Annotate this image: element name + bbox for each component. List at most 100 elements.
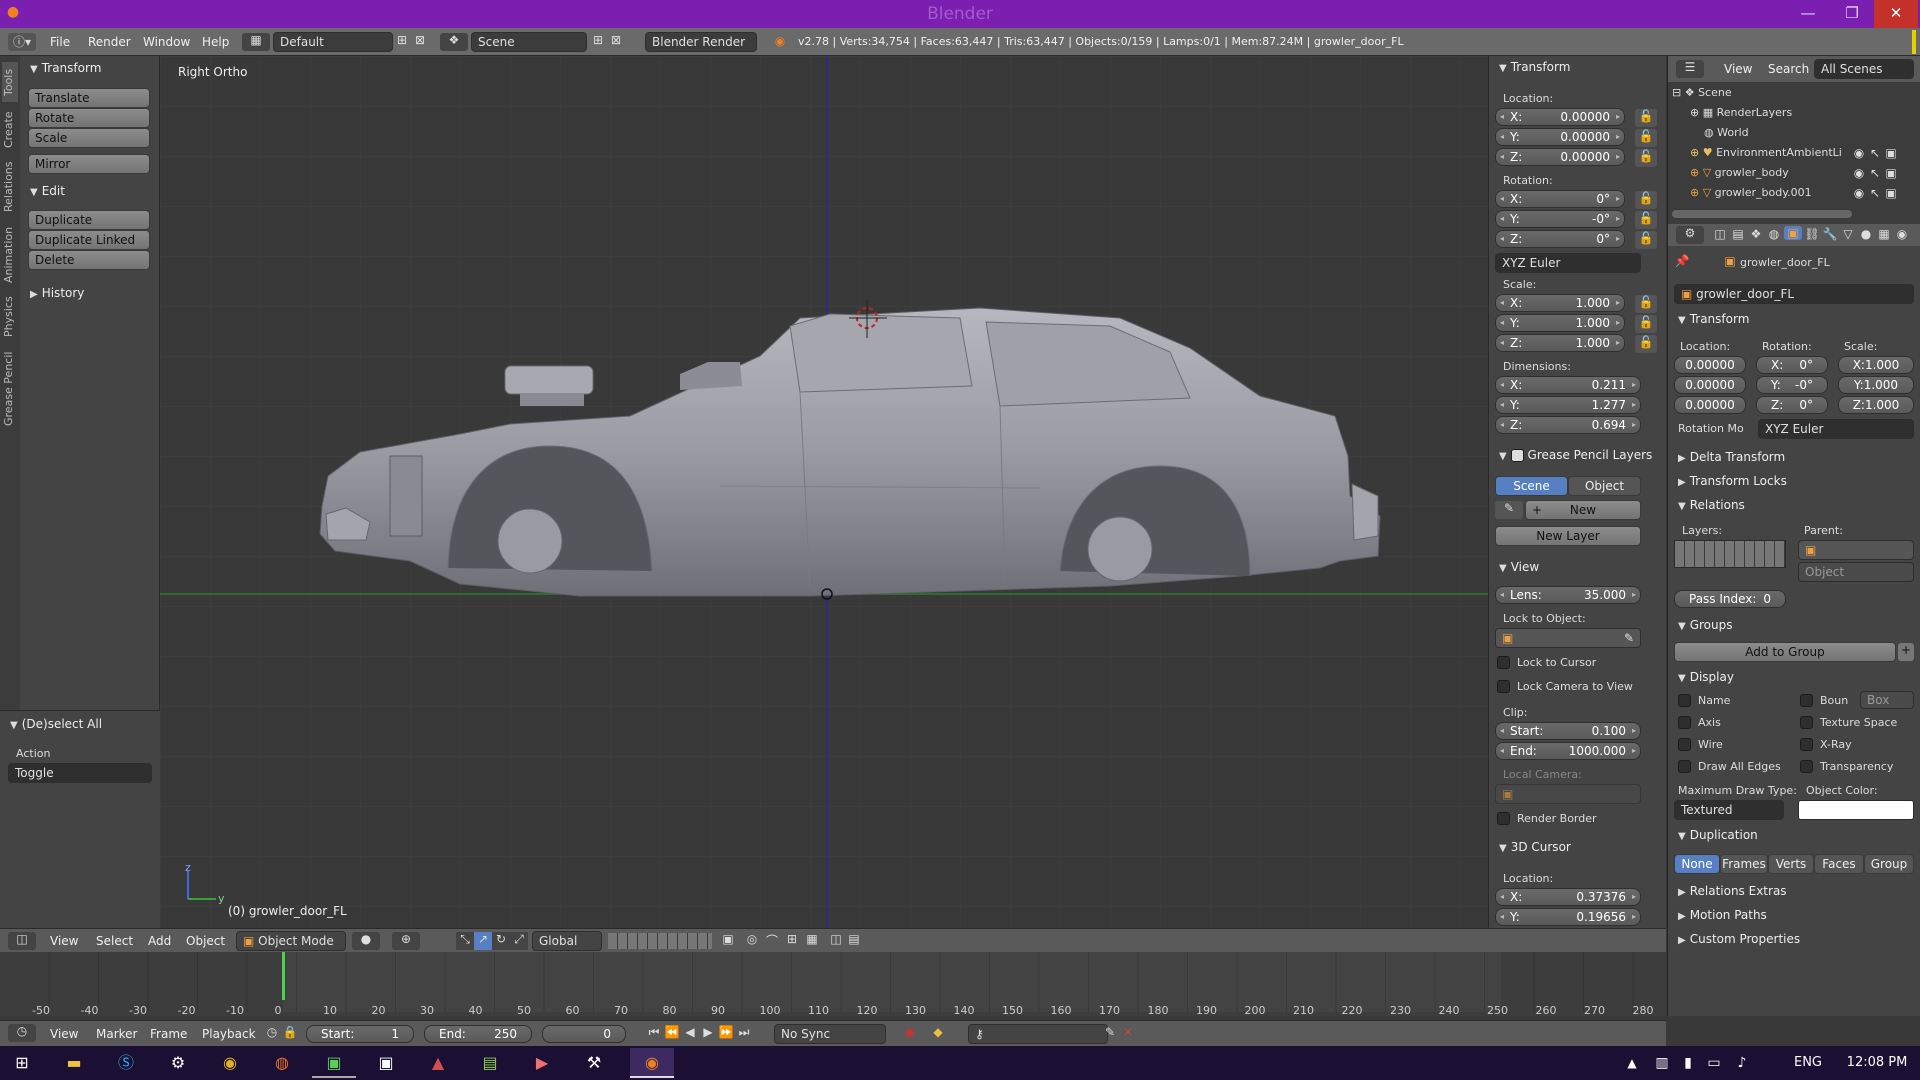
gp-scene-button[interactable]: Scene (1495, 476, 1568, 496)
display-bounds-checkbox[interactable] (1800, 694, 1813, 707)
notification-icon[interactable]: ▭ (1702, 1048, 1726, 1078)
add-scene-icon[interactable]: ⊞ (590, 33, 606, 47)
skype-icon[interactable]: Ⓢ (104, 1048, 148, 1078)
3d-viewport[interactable]: Right Ortho z y (0) growler_door_FL (160, 56, 1488, 928)
close-button[interactable]: ✕ (1874, 0, 1918, 28)
scale-manipulator-icon[interactable]: ⤢ (510, 932, 528, 950)
scene-field[interactable]: Scene (471, 32, 587, 52)
network-icon[interactable]: ▥ (1650, 1048, 1674, 1078)
scale-z-field[interactable]: ◂ Z: 1.000 ▸ (1495, 334, 1625, 352)
display-header[interactable]: ▼ Display (1678, 670, 1734, 684)
relations-extras-header[interactable]: ▶ Relations Extras (1678, 884, 1787, 898)
start-frame-field[interactable]: Start: 1 (306, 1025, 414, 1043)
outliner-editor-icon[interactable]: ☰ (1676, 60, 1704, 78)
snap-element-icon[interactable]: ▦ (804, 932, 820, 946)
modifiers-tab-icon[interactable]: 🔧 (1822, 227, 1838, 241)
physics-tab-icon[interactable]: ◉ (1894, 227, 1910, 241)
visibility-eye-icon[interactable]: ◉ (1852, 186, 1866, 200)
obj-rotation-y[interactable]: Y: -0° (1756, 376, 1828, 394)
play-reverse-icon[interactable]: ◀ (682, 1025, 698, 1039)
keying-set-icon[interactable]: ◆ (930, 1025, 946, 1039)
display-transparency-checkbox[interactable] (1800, 760, 1813, 773)
scale-x-field[interactable]: ◂ X: 1.000 ▸ (1495, 294, 1625, 312)
mode-select[interactable]: ▣ Object Mode (236, 931, 346, 951)
tl-frame-menu[interactable]: Frame (150, 1027, 187, 1041)
location-z-field[interactable]: ◂ Z: 0.00000 ▸ (1495, 148, 1625, 166)
cursor-y-field[interactable]: ◂ Y: 0.19656 ▸ (1495, 908, 1641, 926)
action-select[interactable]: Toggle (8, 763, 152, 783)
delete-keyframe-icon[interactable]: ✕ (1120, 1025, 1136, 1039)
pin-icon[interactable]: 📌 (1674, 254, 1690, 268)
data-tab-icon[interactable]: ▽ (1840, 227, 1856, 241)
display-name-checkbox[interactable] (1678, 694, 1691, 707)
duplication-header[interactable]: ▼ Duplication (1678, 828, 1758, 842)
grease-pencil-header[interactable]: ▼ Grease Pencil Layers (1499, 448, 1652, 462)
lens-field[interactable]: ◂ Lens: 35.000 ▸ (1495, 586, 1641, 604)
obj-scale-x[interactable]: X:1.000 (1838, 356, 1914, 374)
rotation-x-field[interactable]: ◂ X: 0° ▸ (1495, 190, 1625, 208)
lock-camera-checkbox[interactable] (1497, 680, 1510, 693)
power-icon[interactable]: ▮ (1676, 1048, 1700, 1078)
outliner-scrollbar[interactable] (1672, 210, 1852, 218)
outliner-view-menu[interactable]: View (1724, 62, 1752, 76)
tab-create[interactable]: Create (2, 106, 18, 154)
lock-scale-x-icon[interactable]: 🔓 (1635, 295, 1657, 313)
display-all-edges-checkbox[interactable] (1678, 760, 1691, 773)
dup-none-button[interactable]: None (1674, 854, 1720, 874)
mirror-button[interactable]: Mirror (28, 154, 150, 174)
jump-end-icon[interactable]: ⏭ (736, 1025, 752, 1040)
outliner-search-menu[interactable]: Search (1768, 62, 1809, 76)
sync-mode-select[interactable]: No Sync (774, 1024, 886, 1044)
render-camera-icon[interactable]: ▣ (1884, 186, 1898, 200)
render-border-checkbox[interactable] (1497, 812, 1510, 825)
properties-editor-icon[interactable]: ⚙ (1676, 226, 1704, 244)
object-menu[interactable]: Object (186, 934, 225, 948)
tl-marker-menu[interactable]: Marker (96, 1027, 137, 1041)
proportional-falloff-icon[interactable]: ⌒ (764, 932, 780, 949)
app-game-icon[interactable]: ▲ (416, 1048, 460, 1078)
app-media-icon[interactable]: ▶ (520, 1048, 564, 1078)
display-wire-checkbox[interactable] (1678, 738, 1691, 751)
visibility-eye-icon[interactable]: ◉ (1852, 146, 1866, 160)
render-camera-icon[interactable]: ▣ (1884, 166, 1898, 180)
obj-rotation-mode-select[interactable]: XYZ Euler (1758, 419, 1914, 439)
gp-object-button[interactable]: Object (1568, 476, 1641, 496)
dimensions-z-field[interactable]: ◂ Z: 0.694 ▸ (1495, 416, 1641, 434)
next-keyframe-icon[interactable]: ⏩ (718, 1025, 734, 1039)
obj-location-x[interactable]: 0.00000 (1674, 356, 1746, 374)
pivot-point-icon[interactable]: ⊕ (392, 932, 420, 950)
dup-group-button[interactable]: Group (1864, 854, 1914, 874)
language-indicator[interactable]: ENG (1788, 1048, 1828, 1078)
add-menu[interactable]: Add (148, 934, 171, 948)
jump-start-icon[interactable]: ⏮ (646, 1025, 662, 1040)
3d-cursor-header[interactable]: ▼ 3D Cursor (1499, 840, 1571, 854)
grease-pencil-checkbox[interactable] (1510, 449, 1524, 462)
display-texture-space-checkbox[interactable] (1800, 716, 1813, 729)
add-layout-icon[interactable]: ⊞ (394, 33, 410, 47)
dup-verts-button[interactable]: Verts (1768, 854, 1814, 874)
tab-animation[interactable]: Animation (2, 222, 18, 288)
max-draw-type-select[interactable]: Textured (1674, 800, 1784, 820)
scale-y-field[interactable]: ◂ Y: 1.000 ▸ (1495, 314, 1625, 332)
obj-location-y[interactable]: 0.00000 (1674, 376, 1746, 394)
pass-index-field[interactable]: Pass Index: 0 (1674, 590, 1786, 608)
3d-view-editor-icon[interactable]: ◫ (8, 932, 36, 950)
rotate-manipulator-icon[interactable]: ↻ (492, 932, 510, 950)
lock-scale-z-icon[interactable]: 🔓 (1635, 335, 1657, 353)
lock-frame-icon[interactable]: 🔒 (282, 1025, 298, 1039)
timeline-editor-icon[interactable]: ◷ (8, 1024, 36, 1042)
render-layers-tab-icon[interactable]: ▤ (1730, 227, 1746, 241)
constraints-tab-icon[interactable]: ⛓ (1804, 227, 1820, 241)
preview-range-icon[interactable]: ◷ (264, 1025, 280, 1039)
app-dark-icon[interactable]: ▣ (364, 1048, 408, 1078)
dup-frames-button[interactable]: Frames (1720, 854, 1768, 874)
render-icon[interactable]: ◫ (828, 932, 844, 946)
render-tab-icon[interactable]: ◫ (1712, 227, 1728, 241)
view-menu[interactable]: View (50, 934, 78, 948)
play-icon[interactable]: ▶ (700, 1025, 716, 1039)
minimize-button[interactable]: — (1786, 0, 1830, 28)
obj-rotation-x[interactable]: X: 0° (1756, 356, 1828, 374)
tl-view-menu[interactable]: View (50, 1027, 78, 1041)
outliner-item-environment[interactable]: ⊕ ♥ EnvironmentAmbientLi (1690, 146, 1842, 159)
outliner-item-renderlayers[interactable]: ⊕ ▦ RenderLayers (1690, 106, 1792, 119)
